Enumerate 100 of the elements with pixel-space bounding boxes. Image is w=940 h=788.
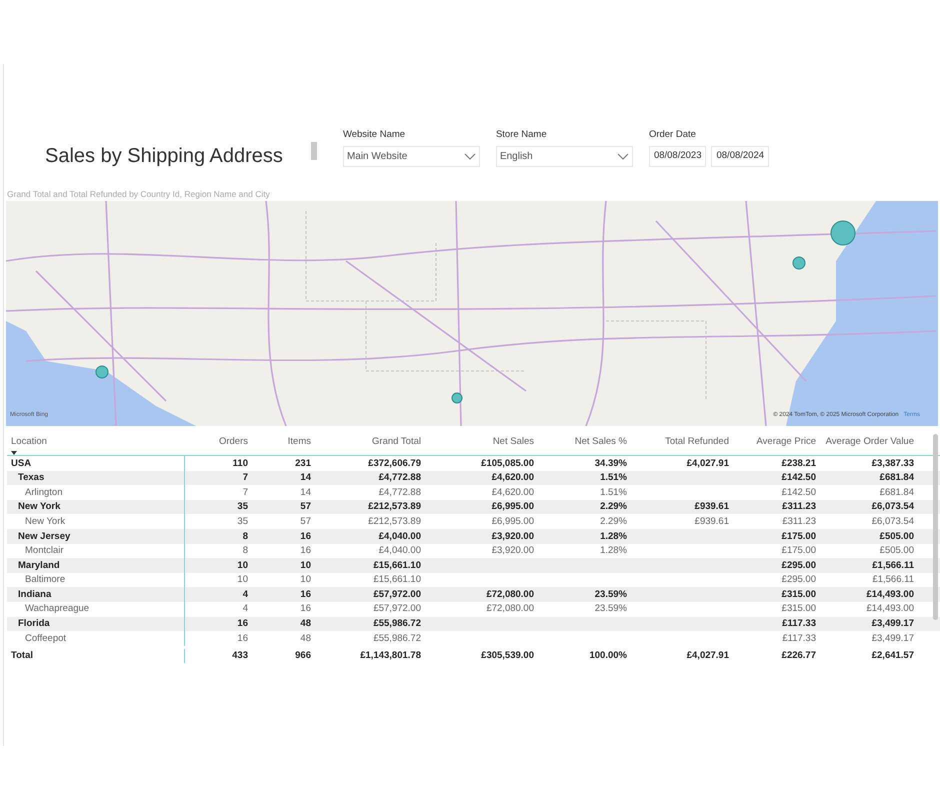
table-cell: 4: [242, 604, 248, 614]
table-cell: 1.28%: [600, 546, 627, 556]
column-header[interactable]: Average Order Value: [826, 435, 914, 456]
table-cell: £4,040.00: [378, 532, 421, 542]
table-cell: £939.61: [694, 502, 729, 512]
table-cell: 34.39%: [594, 458, 627, 468]
table-cell: 16: [300, 590, 311, 600]
table-cell: £2,641.57: [872, 651, 914, 661]
table-cell: £315.00: [782, 604, 816, 614]
table-cell: £105,085.00: [481, 458, 534, 468]
location-cell: Florida: [18, 619, 50, 629]
table-cell: 16: [300, 546, 311, 556]
table-cell: £212,573.89: [368, 502, 421, 512]
table-cell: £372,606.79: [368, 458, 421, 468]
location-cell: New Jersey: [18, 532, 70, 542]
column-header[interactable]: Orders: [218, 435, 248, 456]
table-cell: £4,027.91: [686, 651, 729, 661]
location-cell: Indiana: [18, 590, 52, 600]
table-cell: £15,661.10: [373, 560, 421, 570]
sort-caret-icon[interactable]: [11, 451, 17, 456]
table-cell: 10: [237, 560, 248, 570]
table-cell: 14: [300, 473, 311, 483]
table-cell: £4,620.00: [492, 473, 534, 483]
scrollbar[interactable]: [933, 434, 938, 620]
table-cell: £3,499.17: [872, 619, 914, 629]
column-header[interactable]: Net Sales: [492, 435, 534, 456]
table-cell: £57,972.00: [373, 604, 421, 614]
location-cell: Maryland: [18, 560, 60, 570]
location-cell: New York: [25, 516, 66, 526]
table-cell: 23.59%: [594, 590, 627, 600]
table-cell: 8: [242, 546, 248, 556]
table-cell: 10: [237, 575, 248, 585]
table-cell: £4,772.88: [378, 488, 421, 498]
table-cell: £6,073.54: [872, 516, 914, 526]
table-cell: 4: [242, 590, 248, 600]
table-cell: £1,566.11: [872, 575, 914, 585]
table-cell: 2.29%: [600, 502, 627, 512]
table-cell: £295.00: [782, 560, 816, 570]
table-cell: £311.23: [782, 502, 816, 512]
table-cell: 10: [300, 560, 311, 570]
table-cell: £6,073.54: [872, 502, 914, 512]
dropdown-field[interactable]: Main Website: [342, 146, 480, 166]
total-label: Total: [11, 651, 33, 661]
location-cell: Montclair: [25, 546, 64, 556]
column-header[interactable]: Average Price: [756, 435, 816, 456]
table-cell: £311.23: [782, 516, 816, 526]
table-cell: £175.00: [782, 546, 816, 556]
table-cell: £1,566.11: [872, 560, 914, 570]
table-cell: £4,040.00: [378, 546, 421, 556]
table-cell: £6,995.00: [492, 516, 534, 526]
slicer-label: Store Name: [496, 130, 548, 140]
table-cell: £4,620.00: [492, 488, 534, 498]
date-field[interactable]: 08/08/2024: [711, 146, 770, 166]
column-header[interactable]: Net Sales %: [574, 435, 627, 456]
table-cell: 48: [300, 619, 311, 629]
table-cell: £505.00: [880, 532, 914, 542]
location-cell: Wachapreague: [25, 604, 90, 614]
table-cell: 7: [242, 488, 248, 498]
slicer-label: Website Name: [342, 130, 406, 140]
table-cell: £939.61: [694, 516, 729, 526]
table-cell: £175.00: [782, 532, 816, 542]
table-cell: 35: [237, 502, 248, 512]
table-cell: £6,995.00: [492, 502, 534, 512]
table-cell: 57: [300, 502, 311, 512]
date-field[interactable]: 08/08/2023: [648, 146, 706, 166]
table-cell: £14,493.00: [866, 604, 914, 614]
location-cell: Texas: [18, 473, 44, 483]
table-cell: 10: [300, 575, 311, 585]
table-cell: 16: [237, 619, 248, 629]
dropdown-field[interactable]: English: [496, 146, 633, 166]
table-cell: 1.51%: [600, 473, 627, 483]
table-cell: 35: [237, 516, 248, 526]
location-cell: Coffeepot: [25, 634, 66, 644]
column-header[interactable]: Grand Total: [372, 435, 421, 456]
table-cell: 966: [295, 651, 311, 661]
table-cell: £14,493.00: [866, 590, 914, 600]
drag-handle[interactable]: [310, 142, 317, 160]
chevron-down-icon: [616, 152, 629, 160]
column-header[interactable]: Location: [11, 435, 185, 450]
table-cell: £295.00: [782, 575, 816, 585]
table-cell: 1.28%: [600, 532, 627, 542]
location-cell: Arlington: [25, 488, 62, 498]
table-cell: 8: [242, 532, 248, 542]
table-cell: £226.77: [782, 651, 816, 661]
location-cell: Baltimore: [25, 575, 66, 585]
table-cell: £315.00: [782, 590, 816, 600]
column-header[interactable]: Items: [288, 435, 311, 456]
table-cell: 16: [300, 532, 311, 542]
column-header[interactable]: Total Refunded: [665, 435, 729, 456]
report-title: Sales by Shipping Address: [45, 144, 283, 169]
table-cell: 100.00%: [589, 651, 627, 661]
table-cell: 1.51%: [600, 488, 627, 498]
location-cell: New York: [18, 502, 60, 512]
table-cell: £1,143,801.78: [360, 651, 421, 661]
table-cell: £57,972.00: [373, 590, 421, 600]
map-drawing[interactable]: [6, 201, 938, 426]
table-cell: 57: [300, 516, 311, 526]
table-cell: 23.59%: [594, 604, 627, 614]
table-cell: £212,573.89: [368, 516, 421, 526]
table-cell: £72,080.00: [486, 590, 534, 600]
